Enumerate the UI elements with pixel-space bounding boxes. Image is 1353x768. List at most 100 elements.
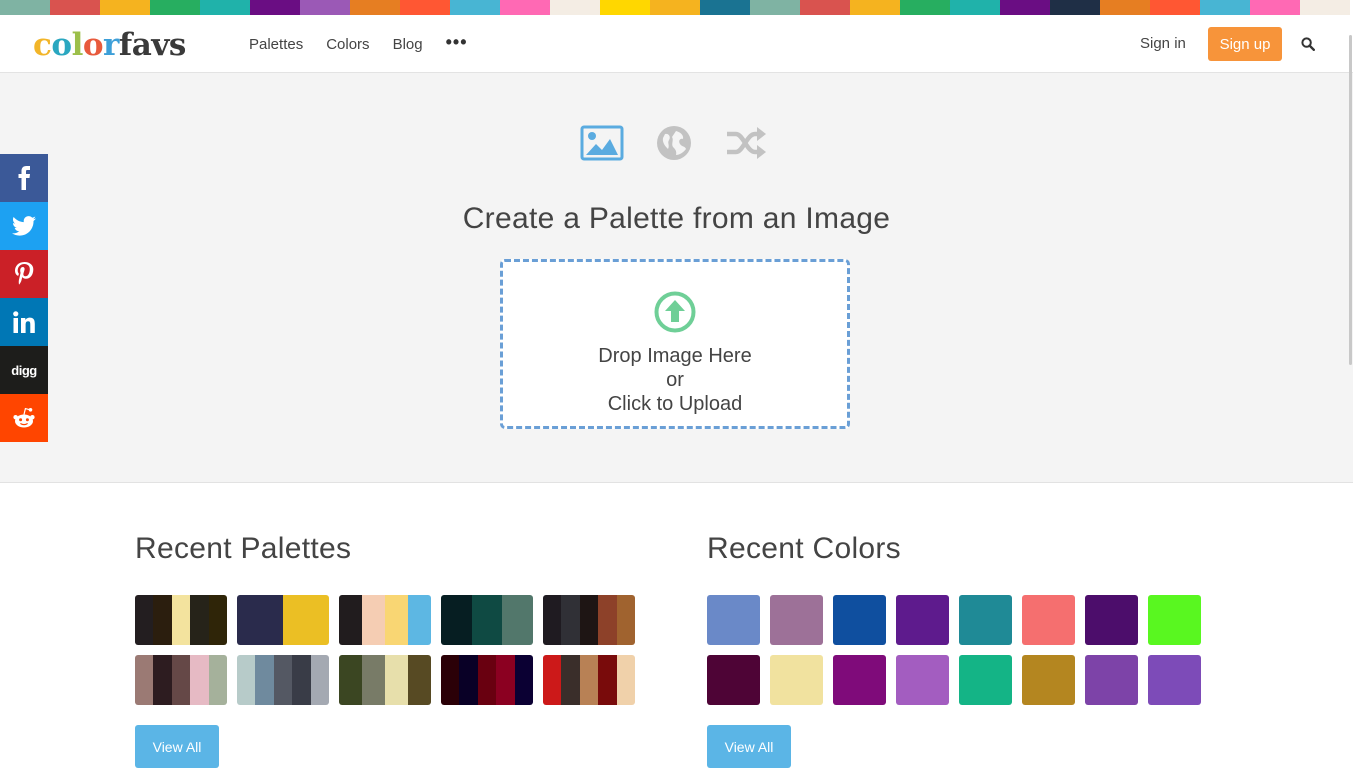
strip-swatch (200, 0, 250, 15)
logo[interactable]: colorfavs (33, 25, 186, 65)
strip-swatch (750, 0, 800, 15)
palette-color (339, 655, 362, 705)
logo-letter: r (103, 27, 119, 63)
palette-color (208, 655, 227, 705)
palette-color (273, 655, 293, 705)
nav-blog[interactable]: Blog (393, 36, 423, 53)
palette-card[interactable] (237, 595, 329, 645)
palette-card[interactable] (135, 655, 227, 705)
logo-letter: l (71, 27, 84, 63)
upload-icon (653, 290, 697, 339)
palette-color (543, 595, 562, 645)
color-swatch[interactable] (896, 655, 949, 705)
palette-color (616, 595, 635, 645)
palette-color (496, 655, 515, 705)
search-icon[interactable] (1301, 37, 1317, 53)
color-swatch[interactable] (1085, 655, 1138, 705)
recent-colors-title: Recent Colors (707, 532, 901, 565)
nav-colors[interactable]: Colors (326, 36, 369, 53)
palette-color (408, 655, 431, 705)
palette-card[interactable] (543, 595, 635, 645)
color-swatch[interactable] (707, 655, 760, 705)
facebook-share-icon[interactable] (0, 154, 48, 202)
strip-swatch (1250, 0, 1300, 15)
color-swatch[interactable] (770, 655, 823, 705)
palette-color (579, 655, 599, 705)
palette-color (135, 655, 154, 705)
palette-color (441, 655, 460, 705)
more-menu-icon[interactable]: ••• (446, 32, 468, 53)
image-icon[interactable] (580, 123, 624, 163)
strip-swatch (150, 0, 200, 15)
color-swatch[interactable] (896, 595, 949, 645)
view-all-palettes-button[interactable]: View All (135, 725, 219, 768)
palette-color (283, 595, 306, 645)
palette-card[interactable] (543, 655, 635, 705)
color-swatch[interactable] (1148, 595, 1201, 645)
color-swatch[interactable] (1022, 595, 1075, 645)
reddit-share-icon[interactable] (0, 394, 48, 442)
linkedin-share-icon[interactable] (0, 298, 48, 346)
palette-color (171, 595, 191, 645)
color-swatch[interactable] (1022, 655, 1075, 705)
strip-swatch (1150, 0, 1200, 15)
palette-card[interactable] (441, 655, 533, 705)
palette-card[interactable] (135, 595, 227, 645)
palette-color (310, 655, 329, 705)
hero-section: Create a Palette from an Image Drop Imag… (0, 73, 1353, 483)
palette-card[interactable] (339, 655, 431, 705)
strip-swatch (1300, 0, 1350, 15)
color-swatch[interactable] (770, 595, 823, 645)
strip-swatch (650, 0, 700, 15)
palette-card[interactable] (339, 595, 431, 645)
strip-swatch (250, 0, 300, 15)
palette-card[interactable] (441, 595, 533, 645)
hero-title: Create a Palette from an Image (462, 202, 891, 235)
nav-palettes[interactable]: Palettes (249, 36, 303, 53)
strip-swatch (50, 0, 100, 15)
scrollbar-thumb[interactable] (1349, 35, 1352, 365)
strip-swatch (1050, 0, 1100, 15)
strip-swatch (800, 0, 850, 15)
scrollbar[interactable] (1347, 15, 1353, 768)
digg-share-icon[interactable]: digg (0, 346, 48, 394)
strip-swatch (0, 0, 50, 15)
palette-card[interactable] (237, 655, 329, 705)
view-all-colors-button[interactable]: View All (707, 725, 791, 768)
palette-color (208, 595, 227, 645)
color-swatch[interactable] (707, 595, 760, 645)
mode-switcher (580, 123, 796, 163)
strip-swatch (100, 0, 150, 15)
twitter-share-icon[interactable] (0, 202, 48, 250)
main-nav: Palettes Colors Blog ••• (249, 15, 468, 73)
shuffle-icon[interactable] (724, 123, 768, 163)
navbar: colorfavs Palettes Colors Blog ••• Sign … (0, 15, 1353, 73)
palette-color (260, 595, 283, 645)
palette-color (579, 595, 599, 645)
signup-button[interactable]: Sign up (1208, 27, 1282, 61)
recent-palettes-grid (135, 595, 635, 705)
palette-color (255, 655, 274, 705)
palette-color (477, 655, 497, 705)
pinterest-share-icon[interactable] (0, 250, 48, 298)
color-swatch[interactable] (1148, 655, 1201, 705)
strip-swatch (600, 0, 650, 15)
color-swatch[interactable] (1085, 595, 1138, 645)
dropzone-line: Click to Upload (607, 393, 743, 415)
palette-color (514, 655, 533, 705)
palette-color (190, 655, 209, 705)
palette-color (339, 595, 362, 645)
color-swatch[interactable] (959, 655, 1012, 705)
image-dropzone[interactable]: Drop Image Here or Click to Upload (500, 259, 850, 429)
color-swatch[interactable] (833, 595, 886, 645)
signin-link[interactable]: Sign in (1140, 35, 1186, 52)
color-swatch[interactable] (833, 655, 886, 705)
logo-letter: o (82, 27, 104, 63)
palette-color (292, 655, 311, 705)
palette-color (471, 595, 503, 645)
palette-color (190, 595, 209, 645)
color-swatch[interactable] (959, 595, 1012, 645)
strip-swatch (350, 0, 400, 15)
logo-letter: o (51, 27, 72, 63)
globe-icon[interactable] (652, 123, 696, 163)
